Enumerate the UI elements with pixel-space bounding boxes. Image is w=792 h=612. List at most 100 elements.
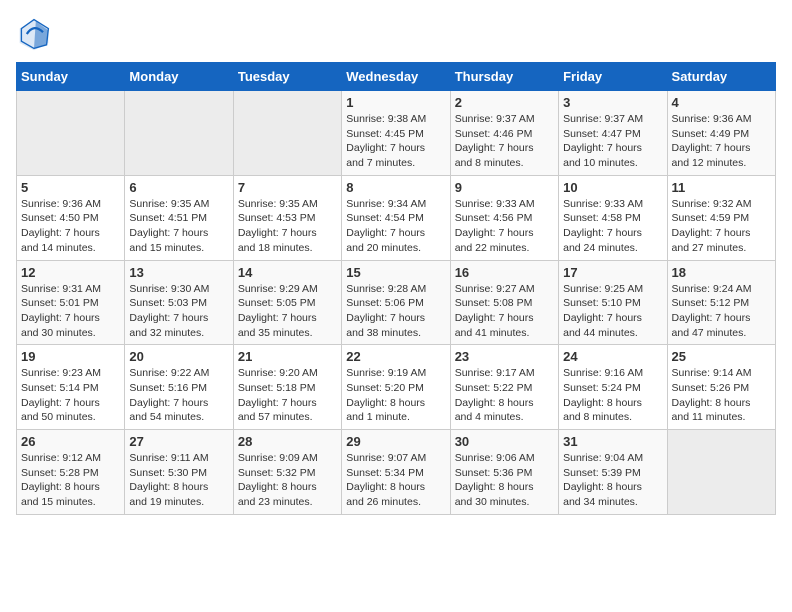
day-number: 21 (238, 349, 337, 364)
day-detail: Sunrise: 9:37 AM Sunset: 4:47 PM Dayligh… (563, 112, 662, 171)
day-detail: Sunrise: 9:16 AM Sunset: 5:24 PM Dayligh… (563, 366, 662, 425)
day-detail: Sunrise: 9:36 AM Sunset: 4:50 PM Dayligh… (21, 197, 120, 256)
calendar-cell: 17 Sunrise: 9:25 AM Sunset: 5:10 PM Dayli… (559, 260, 667, 345)
calendar-cell: 25Sunrise: 9:14 AM Sunset: 5:26 PM Dayli… (667, 345, 775, 430)
day-detail: Sunrise: 9:23 AM Sunset: 5:14 PM Dayligh… (21, 366, 120, 425)
calendar-cell: 11Sunrise: 9:32 AM Sunset: 4:59 PM Dayli… (667, 175, 775, 260)
calendar-body: 1 Sunrise: 9:38 AM Sunset: 4:45 PM Daylig… (17, 91, 776, 515)
day-number: 29 (346, 434, 445, 449)
day-detail: Sunrise: 9:30 AM Sunset: 5:03 PM Dayligh… (129, 282, 228, 341)
day-number: 7 (238, 180, 337, 195)
weekday-header: Tuesday (233, 63, 341, 91)
day-number: 11 (672, 180, 771, 195)
day-number: 6 (129, 180, 228, 195)
day-detail: Sunrise: 9:28 AM Sunset: 5:06 PM Dayligh… (346, 282, 445, 341)
calendar-cell (125, 91, 233, 176)
calendar-cell: 29 Sunrise: 9:07 AM Sunset: 5:34 PM Dayli… (342, 430, 450, 515)
day-number: 14 (238, 265, 337, 280)
calendar-cell: 26 Sunrise: 9:12 AM Sunset: 5:28 PM Dayli… (17, 430, 125, 515)
weekday-header: Saturday (667, 63, 775, 91)
day-detail: Sunrise: 9:35 AM Sunset: 4:51 PM Dayligh… (129, 197, 228, 256)
day-number: 23 (455, 349, 554, 364)
calendar-cell: 3 Sunrise: 9:37 AM Sunset: 4:47 PM Daylig… (559, 91, 667, 176)
day-detail: Sunrise: 9:12 AM Sunset: 5:28 PM Dayligh… (21, 451, 120, 510)
day-number: 13 (129, 265, 228, 280)
day-number: 28 (238, 434, 337, 449)
calendar-cell: 14 Sunrise: 9:29 AM Sunset: 5:05 PM Dayli… (233, 260, 341, 345)
day-number: 19 (21, 349, 120, 364)
calendar-week-row: 26 Sunrise: 9:12 AM Sunset: 5:28 PM Dayli… (17, 430, 776, 515)
day-number: 3 (563, 95, 662, 110)
day-number: 8 (346, 180, 445, 195)
day-number: 4 (672, 95, 771, 110)
day-number: 5 (21, 180, 120, 195)
day-number: 1 (346, 95, 445, 110)
calendar-cell (667, 430, 775, 515)
calendar-week-row: 19 Sunrise: 9:23 AM Sunset: 5:14 PM Dayli… (17, 345, 776, 430)
calendar-cell: 18 Sunrise: 9:24 AM Sunset: 5:12 PM Dayli… (667, 260, 775, 345)
day-detail: Sunrise: 9:27 AM Sunset: 5:08 PM Dayligh… (455, 282, 554, 341)
header-row: SundayMondayTuesdayWednesdayThursdayFrid… (17, 63, 776, 91)
page-header (16, 16, 776, 52)
calendar-cell: 7 Sunrise: 9:35 AM Sunset: 4:53 PM Daylig… (233, 175, 341, 260)
day-detail: Sunrise: 9:37 AM Sunset: 4:46 PM Dayligh… (455, 112, 554, 171)
calendar-cell: 27Sunrise: 9:11 AM Sunset: 5:30 PM Dayli… (125, 430, 233, 515)
calendar-cell: 30 Sunrise: 9:06 AM Sunset: 5:36 PM Dayli… (450, 430, 558, 515)
weekday-header: Wednesday (342, 63, 450, 91)
calendar-cell: 1 Sunrise: 9:38 AM Sunset: 4:45 PM Daylig… (342, 91, 450, 176)
day-detail: Sunrise: 9:35 AM Sunset: 4:53 PM Dayligh… (238, 197, 337, 256)
calendar-cell: 10 Sunrise: 9:33 AM Sunset: 4:58 PM Dayli… (559, 175, 667, 260)
day-detail: Sunrise: 9:29 AM Sunset: 5:05 PM Dayligh… (238, 282, 337, 341)
day-number: 26 (21, 434, 120, 449)
calendar-cell: 15 Sunrise: 9:28 AM Sunset: 5:06 PM Dayli… (342, 260, 450, 345)
calendar-header: SundayMondayTuesdayWednesdayThursdayFrid… (17, 63, 776, 91)
day-detail: Sunrise: 9:11 AM Sunset: 5:30 PM Dayligh… (129, 451, 228, 510)
weekday-header: Thursday (450, 63, 558, 91)
day-number: 2 (455, 95, 554, 110)
day-detail: Sunrise: 9:04 AM Sunset: 5:39 PM Dayligh… (563, 451, 662, 510)
weekday-header: Monday (125, 63, 233, 91)
day-detail: Sunrise: 9:17 AM Sunset: 5:22 PM Dayligh… (455, 366, 554, 425)
day-detail: Sunrise: 9:34 AM Sunset: 4:54 PM Dayligh… (346, 197, 445, 256)
day-number: 18 (672, 265, 771, 280)
day-detail: Sunrise: 9:20 AM Sunset: 5:18 PM Dayligh… (238, 366, 337, 425)
day-detail: Sunrise: 9:09 AM Sunset: 5:32 PM Dayligh… (238, 451, 337, 510)
day-number: 17 (563, 265, 662, 280)
day-number: 12 (21, 265, 120, 280)
calendar-cell: 31 Sunrise: 9:04 AM Sunset: 5:39 PM Dayli… (559, 430, 667, 515)
calendar-cell: 22Sunrise: 9:19 AM Sunset: 5:20 PM Dayli… (342, 345, 450, 430)
calendar-cell (233, 91, 341, 176)
day-number: 16 (455, 265, 554, 280)
day-number: 31 (563, 434, 662, 449)
calendar-cell: 24Sunrise: 9:16 AM Sunset: 5:24 PM Dayli… (559, 345, 667, 430)
calendar-cell: 19 Sunrise: 9:23 AM Sunset: 5:14 PM Dayli… (17, 345, 125, 430)
logo (16, 16, 56, 52)
day-detail: Sunrise: 9:06 AM Sunset: 5:36 PM Dayligh… (455, 451, 554, 510)
day-number: 20 (129, 349, 228, 364)
day-detail: Sunrise: 9:07 AM Sunset: 5:34 PM Dayligh… (346, 451, 445, 510)
day-detail: Sunrise: 9:25 AM Sunset: 5:10 PM Dayligh… (563, 282, 662, 341)
day-number: 25 (672, 349, 771, 364)
calendar-cell: 6 Sunrise: 9:35 AM Sunset: 4:51 PM Daylig… (125, 175, 233, 260)
calendar-cell: 2 Sunrise: 9:37 AM Sunset: 4:46 PM Daylig… (450, 91, 558, 176)
day-detail: Sunrise: 9:38 AM Sunset: 4:45 PM Dayligh… (346, 112, 445, 171)
logo-icon (16, 16, 52, 52)
calendar-cell: 8 Sunrise: 9:34 AM Sunset: 4:54 PM Daylig… (342, 175, 450, 260)
calendar-cell: 12Sunrise: 9:31 AM Sunset: 5:01 PM Dayli… (17, 260, 125, 345)
day-number: 9 (455, 180, 554, 195)
calendar-cell: 28 Sunrise: 9:09 AM Sunset: 5:32 PM Dayli… (233, 430, 341, 515)
day-detail: Sunrise: 9:24 AM Sunset: 5:12 PM Dayligh… (672, 282, 771, 341)
calendar-week-row: 1 Sunrise: 9:38 AM Sunset: 4:45 PM Daylig… (17, 91, 776, 176)
day-detail: Sunrise: 9:33 AM Sunset: 4:56 PM Dayligh… (455, 197, 554, 256)
calendar-cell: 4Sunrise: 9:36 AM Sunset: 4:49 PM Daylig… (667, 91, 775, 176)
day-detail: Sunrise: 9:19 AM Sunset: 5:20 PM Dayligh… (346, 366, 445, 425)
calendar-week-row: 12Sunrise: 9:31 AM Sunset: 5:01 PM Dayli… (17, 260, 776, 345)
day-detail: Sunrise: 9:33 AM Sunset: 4:58 PM Dayligh… (563, 197, 662, 256)
calendar-cell: 23 Sunrise: 9:17 AM Sunset: 5:22 PM Dayli… (450, 345, 558, 430)
day-number: 15 (346, 265, 445, 280)
day-number: 10 (563, 180, 662, 195)
calendar-cell: 21 Sunrise: 9:20 AM Sunset: 5:18 PM Dayli… (233, 345, 341, 430)
day-number: 30 (455, 434, 554, 449)
day-detail: Sunrise: 9:22 AM Sunset: 5:16 PM Dayligh… (129, 366, 228, 425)
weekday-header: Sunday (17, 63, 125, 91)
